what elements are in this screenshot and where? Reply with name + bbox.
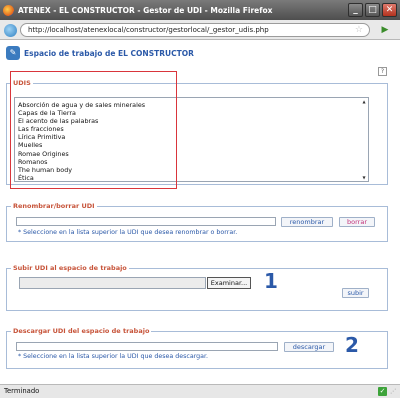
annotation-number-2: 2 [345,333,359,357]
status-text: Terminado [4,387,40,395]
rename-input[interactable] [16,217,276,226]
list-item[interactable]: Lírica Primitiva [18,133,365,141]
list-item[interactable]: El acento de las palabras [18,117,365,125]
download-button[interactable]: descargar [284,342,334,352]
delete-button[interactable]: borrar [339,217,375,227]
page-content: ✎ Espacio de trabajo de EL CONSTRUCTOR ?… [0,41,400,384]
constructor-logo-icon: ✎ [6,46,20,60]
upload-legend: Subir UDI al espacio de trabajo [13,264,127,272]
list-item[interactable]: Romanos [18,158,365,166]
help-icon[interactable]: ? [378,67,387,76]
window-title: ATENEX - EL CONSTRUCTOR - Gestor de UDI … [18,5,273,15]
list-item[interactable]: Las fracciones [18,125,365,133]
file-path-input[interactable] [19,277,206,289]
scroll-up-icon[interactable]: ▲ [361,99,367,104]
list-item[interactable]: Ética [18,174,365,181]
rename-button[interactable]: renombrar [281,217,333,227]
window-titlebar: ATENEX - EL CONSTRUCTOR - Gestor de UDI … [0,0,400,20]
download-hint: * Seleccione en la lista superior la UDI… [18,353,209,360]
download-legend: Descargar UDI del espacio de trabajo [13,327,150,335]
go-arrow-icon[interactable]: ▶ [376,23,394,37]
download-input[interactable] [16,342,278,351]
udis-fieldset: UDIS Absorción de agua y de sales minera… [6,79,388,185]
url-text: http://localhost/atenexlocal/constructor… [28,26,269,34]
maximize-button[interactable]: □ [365,3,380,17]
upload-button[interactable]: subir [342,288,369,298]
list-scrollbar[interactable]: ▲ ▼ [361,99,367,180]
list-item[interactable]: Capas de la Tierra [18,109,365,117]
rename-hint: * Seleccione en la lista superior la UDI… [18,229,238,236]
minimize-button[interactable]: _ [348,3,363,17]
page-header: ✎ Espacio de trabajo de EL CONSTRUCTOR [6,46,194,60]
udis-listbox[interactable]: Absorción de agua y de sales minerales C… [14,97,369,182]
list-item[interactable]: Muelles [18,141,365,149]
list-item[interactable]: The human body [18,166,365,174]
list-item[interactable]: Romae Origines [18,150,365,158]
site-favicon-icon [4,24,17,37]
annotation-number-1: 1 [264,269,278,293]
resize-grip-icon[interactable]: ⋰ [390,387,398,396]
page-title: Espacio de trabajo de EL CONSTRUCTOR [24,48,194,58]
navigation-toolbar: http://localhost/atenexlocal/constructor… [0,20,400,40]
status-bar: Terminado ✓ ⋰ [0,384,400,398]
firefox-icon [3,4,14,16]
rename-legend: Renombrar/borrar UDI [13,202,95,210]
url-bar[interactable]: http://localhost/atenexlocal/constructor… [20,23,370,37]
list-item[interactable]: Absorción de agua y de sales minerales [18,101,365,109]
udis-legend: UDIS [13,79,31,87]
check-icon: ✓ [378,387,387,396]
scroll-down-icon[interactable]: ▼ [361,175,367,180]
window-controls: _ □ ✕ [348,3,397,17]
browse-button[interactable]: Examinar... [207,277,251,289]
bookmark-star-icon[interactable]: ☆ [355,24,363,36]
close-button[interactable]: ✕ [382,3,397,17]
